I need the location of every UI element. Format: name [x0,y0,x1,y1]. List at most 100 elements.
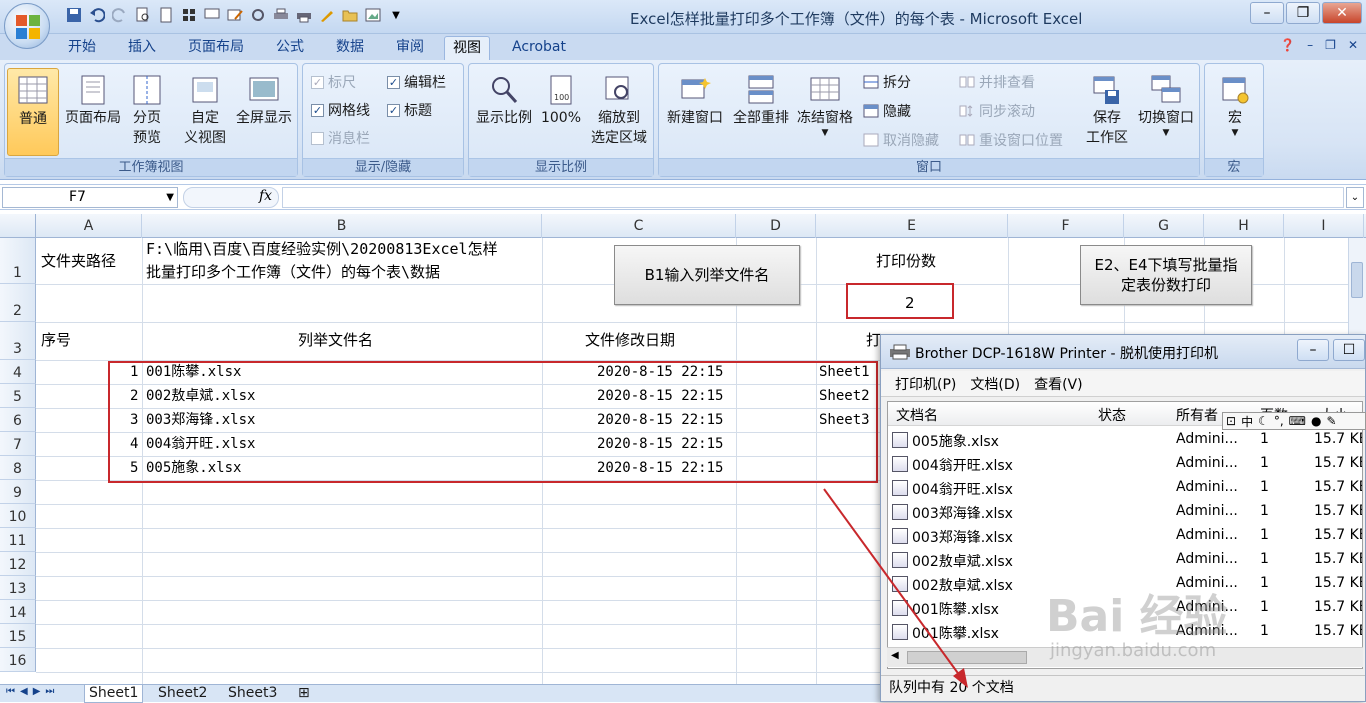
tab-home[interactable]: 开始 [60,36,104,60]
col-header-e[interactable]: E [816,214,1008,238]
new-file-icon[interactable] [156,5,176,25]
cell-b1-line2[interactable]: 批量打印多个工作簿（文件）的每个表\数据 [146,261,440,283]
row-header-3[interactable]: 3 [0,322,36,360]
row-header-10[interactable]: 10 [0,504,36,528]
tab-review[interactable]: 审阅 [388,36,432,60]
row-header-14[interactable]: 14 [0,600,36,624]
message-bar-checkbox[interactable]: 消息栏 [311,128,370,148]
menu-printer[interactable]: 打印机(P) [895,374,956,394]
ribbon-minimize-icon[interactable]: – [1307,38,1313,52]
undo-icon[interactable] [87,5,107,25]
ime-punct-icon[interactable]: °, [1274,414,1284,428]
ime-keyboard-icon[interactable]: ⌨ [1289,414,1306,428]
macros-button[interactable]: 宏 ▼ [1209,68,1261,138]
row-header-5[interactable]: 5 [0,384,36,408]
col-header-f[interactable]: F [1008,214,1124,238]
headings-checkbox[interactable]: ✓ 标题 [387,100,432,120]
col-header-b[interactable]: B [142,214,542,238]
print-job-row[interactable]: 002敖卓斌.xlsx Admini... 1 15.7 KB [888,548,1362,572]
ribbon-close-icon[interactable]: ✕ [1348,38,1358,52]
list-files-button[interactable]: B1输入列举文件名 [614,245,800,305]
ribbon-restore-icon[interactable]: ❐ [1325,38,1336,52]
tab-acrobat[interactable]: Acrobat [504,36,574,60]
print-job-row[interactable]: 003郑海锋.xlsx Admini... 1 15.7 KB [888,500,1362,524]
menu-document[interactable]: 文档(D) [970,374,1020,394]
row-header-11[interactable]: 11 [0,528,36,552]
cell-c3[interactable]: 文件修改日期 [585,329,675,351]
header-status[interactable]: 状态 [1098,405,1126,425]
sheet-tab-1[interactable]: Sheet1 [84,685,144,703]
row-header-16[interactable]: 16 [0,648,36,672]
minimize-button[interactable]: – [1250,2,1284,24]
printer-maximize-button[interactable]: ☐ [1333,339,1365,361]
arrange-all-button[interactable]: 全部重排 [729,68,793,128]
page-break-preview-button[interactable]: 分页 预览 [127,68,167,148]
ime-tools-icon[interactable]: ✎ [1326,414,1336,428]
row-header-9[interactable]: 9 [0,480,36,504]
reset-window-position-button[interactable]: 重设窗口位置 [959,130,1063,150]
select-all-corner[interactable] [0,214,36,238]
row-header-6[interactable]: 6 [0,408,36,432]
office-button[interactable] [4,3,50,49]
row-header-1[interactable]: 1 [0,238,36,284]
gridlines-checkbox[interactable]: ✓ 网格线 [311,100,370,120]
formula-input[interactable] [282,187,1344,208]
row-header-15[interactable]: 15 [0,624,36,648]
row-header-4[interactable]: 4 [0,360,36,384]
name-box-dropdown-icon[interactable]: ▼ [166,188,174,207]
tab-view[interactable]: 视图 [444,36,490,60]
save-workspace-button[interactable]: 保存 工作区 [1083,68,1131,148]
help-icon[interactable]: ❓ [1280,38,1295,52]
batch-print-button[interactable]: E2、E4下填写批量指 定表份数打印 [1080,245,1252,305]
print-job-row[interactable]: 004翁开旺.xlsx Admini... 1 15.7 KB [888,452,1362,476]
col-header-h[interactable]: H [1204,214,1284,238]
cell-e1[interactable]: 打印份数 [876,250,936,272]
image-icon[interactable] [363,5,383,25]
comment-icon[interactable] [202,5,222,25]
col-header-i[interactable]: I [1284,214,1364,238]
name-box[interactable]: F7 ▼ [2,187,178,208]
col-header-d[interactable]: D [736,214,816,238]
full-screen-button[interactable]: 全屏显示 [231,68,297,128]
zoom-selection-button[interactable]: 缩放到 选定区域 [585,68,653,148]
row-header-8[interactable]: 8 [0,456,36,480]
ime-mode[interactable]: 中 [1241,413,1253,430]
insert-sheet-icon[interactable]: ⊞ [294,685,314,703]
ruler-checkbox[interactable]: ✓ 标尺 [311,72,356,92]
row-header-2[interactable]: 2 [0,284,36,322]
qat-dropdown-icon[interactable]: ▼ [386,5,406,25]
normal-view-button[interactable]: 普通 [7,68,59,156]
quick-print-icon[interactable] [294,5,314,25]
switch-windows-button[interactable]: 切换窗口 ▼ [1133,68,1199,138]
row-header-7[interactable]: 7 [0,432,36,456]
tab-data[interactable]: 数据 [328,36,372,60]
save-icon[interactable] [64,5,84,25]
expand-formula-bar-icon[interactable]: ⌄ [1346,187,1364,208]
print-job-row[interactable]: 004翁开旺.xlsx Admini... 1 15.7 KB [888,476,1362,500]
ime-moon-icon[interactable]: ☾ [1258,414,1269,428]
cell-b3[interactable]: 列举文件名 [298,329,373,351]
sync-scroll-button[interactable]: 同步滚动 [959,101,1035,121]
tools-icon[interactable] [248,5,268,25]
custom-views-button[interactable]: 自定 义视图 [181,68,229,148]
folder-open-icon[interactable] [340,5,360,25]
sheet-tab-2[interactable]: Sheet2 [154,685,211,703]
pen-icon[interactable] [317,5,337,25]
sheet-tab-3[interactable]: Sheet3 [224,685,281,703]
printer-icon[interactable] [271,5,291,25]
restore-button[interactable]: ❐ [1286,2,1320,24]
sheet-nav-arrows-icon[interactable]: ⏮◀▶⏭ [6,686,59,697]
cell-a1[interactable]: 文件夹路径 [41,250,116,272]
print-job-row[interactable]: 003郑海锋.xlsx Admini... 1 15.7 KB [888,524,1362,548]
insert-function-icon[interactable]: fx [259,188,272,204]
tab-formulas[interactable]: 公式 [268,36,312,60]
split-button[interactable]: 拆分 [863,72,911,92]
view-side-by-side-button[interactable]: 并排查看 [959,72,1035,92]
col-header-c[interactable]: C [542,214,736,238]
print-preview-icon[interactable] [133,5,153,25]
page-layout-view-button[interactable]: 页面布局 [61,68,125,128]
edit-icon[interactable] [225,5,245,25]
hide-button[interactable]: 隐藏 [863,101,911,121]
cell-b1-line1[interactable]: F:\临用\百度\百度经验实例\20200813Excel怎样 [146,238,498,260]
col-header-g[interactable]: G [1124,214,1204,238]
